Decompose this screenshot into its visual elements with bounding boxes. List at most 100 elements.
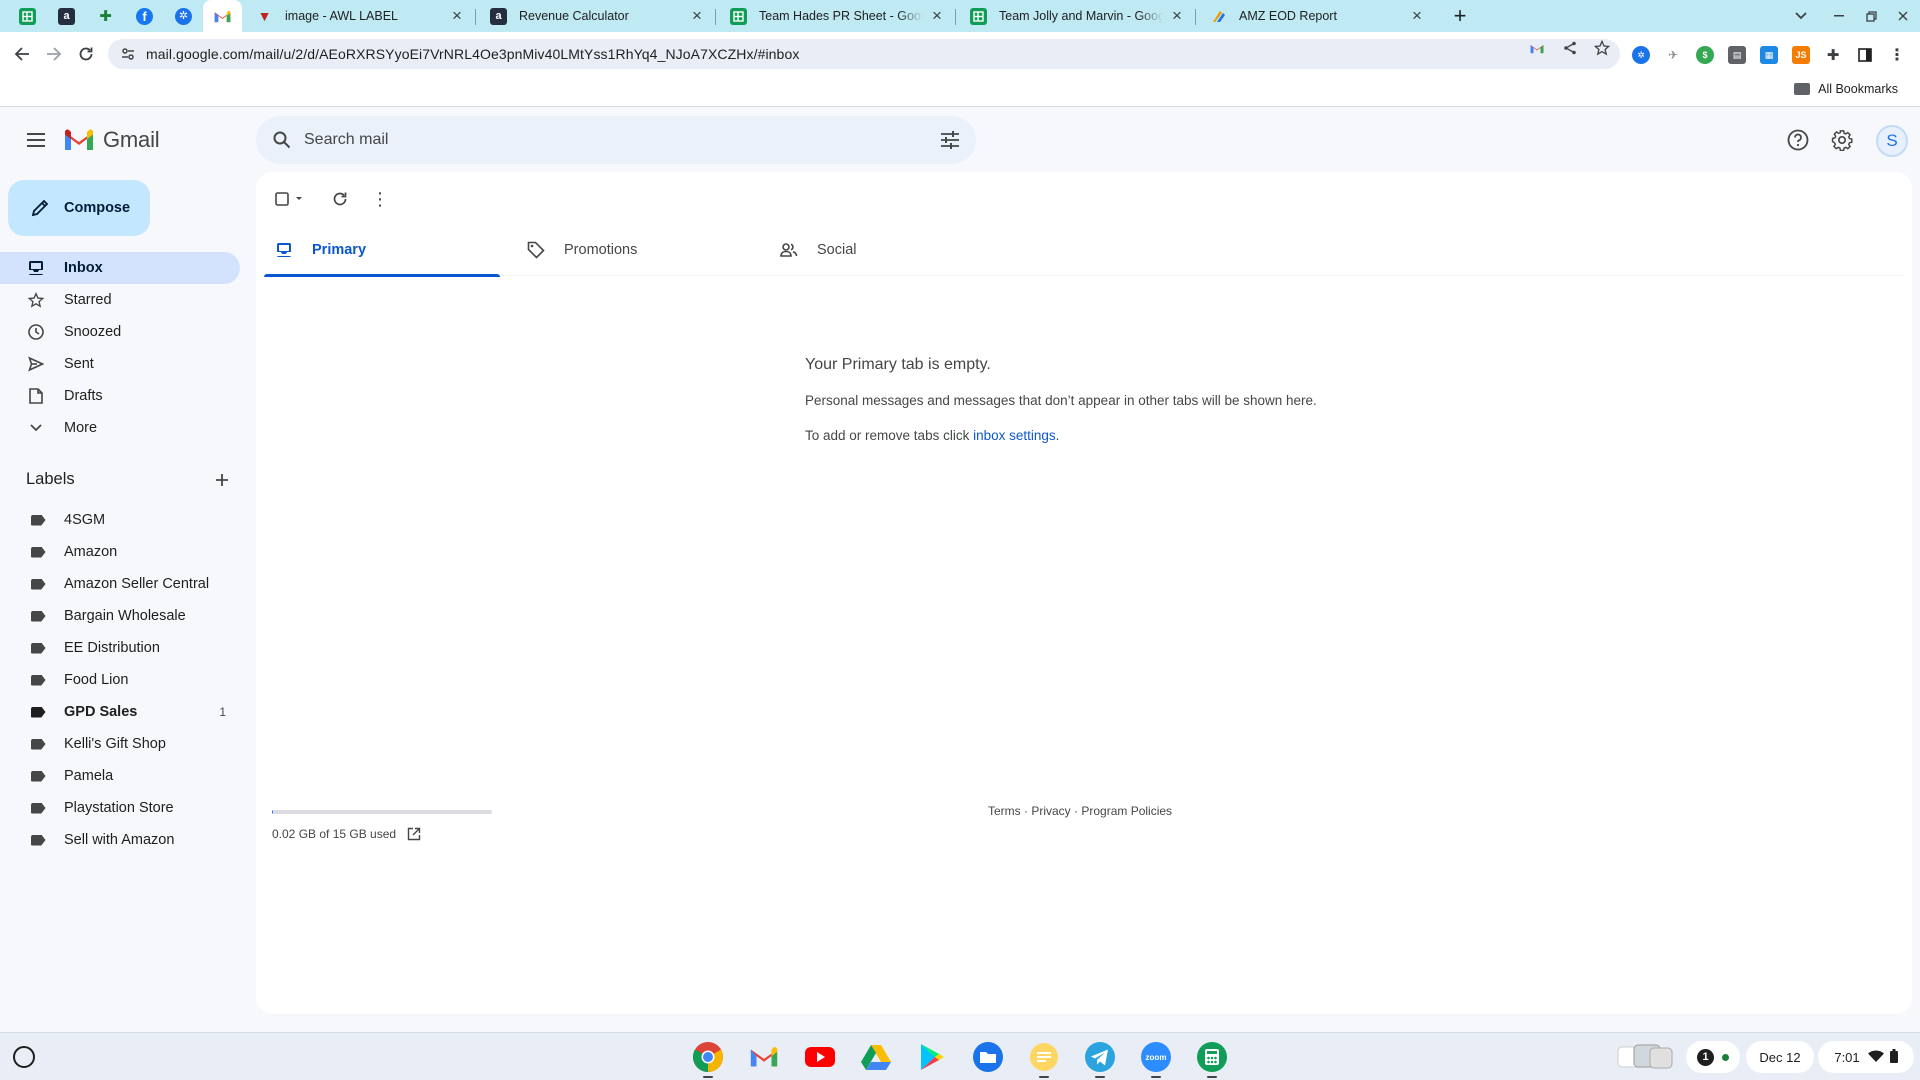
search-bar[interactable] xyxy=(256,116,976,164)
label-kellis-gift-shop[interactable]: Kelli's Gift Shop xyxy=(0,728,240,760)
all-bookmarks-button[interactable]: All Bookmarks xyxy=(1794,82,1898,96)
settings-gear-icon[interactable] xyxy=(1829,127,1855,153)
nav-inbox[interactable]: Inbox xyxy=(0,252,240,284)
extension-icon[interactable]: ▤ xyxy=(1728,46,1746,64)
open-in-new-icon[interactable] xyxy=(406,826,422,842)
extension-icon[interactable]: ✲ xyxy=(1632,46,1650,64)
forward-icon[interactable] xyxy=(40,40,68,68)
tab-label: Promotions xyxy=(564,242,638,258)
sheets-calculator-icon[interactable] xyxy=(1194,1039,1230,1078)
label-tag-icon xyxy=(28,670,48,690)
nav-drafts[interactable]: Drafts xyxy=(0,380,240,412)
refresh-icon[interactable] xyxy=(328,187,352,211)
reload-icon[interactable] xyxy=(72,40,100,68)
nav-sent[interactable]: Sent xyxy=(0,348,240,380)
address-bar[interactable]: mail.google.com/mail/u/2/d/AEoRXRSYyoEi7… xyxy=(108,39,1620,69)
circle-app-icon: ✲ xyxy=(175,7,192,25)
new-tab-button[interactable]: + xyxy=(1448,3,1472,28)
label-food-lion[interactable]: Food Lion xyxy=(0,664,240,696)
date-button[interactable]: Dec 12 xyxy=(1746,1041,1814,1073)
pinned-tab-gmail[interactable] xyxy=(203,0,242,32)
minimize-icon[interactable] xyxy=(1826,4,1852,28)
extension-icon[interactable]: $ xyxy=(1696,46,1714,64)
chrome-icon[interactable] xyxy=(690,1039,726,1078)
inbox-settings-link[interactable]: inbox settings xyxy=(973,428,1056,443)
tab-team-jolly-marvin[interactable]: Team Jolly and Marvin - Google × xyxy=(956,0,1195,32)
nav-more[interactable]: More xyxy=(0,412,240,444)
chevron-down-icon xyxy=(26,418,46,438)
share-icon[interactable] xyxy=(1561,39,1579,57)
play-store-icon[interactable] xyxy=(914,1039,950,1075)
tab-awl-label[interactable]: ▼ image - AWL LABEL × xyxy=(242,0,475,32)
gmail-icon[interactable] xyxy=(746,1039,782,1075)
extension-icon[interactable]: ▦ xyxy=(1760,46,1778,64)
zoom-icon[interactable]: zoom xyxy=(1138,1039,1174,1078)
launcher-button[interactable] xyxy=(13,1046,35,1068)
gmail-logo[interactable]: Gmail xyxy=(63,127,160,153)
tab-amz-eod-report[interactable]: AMZ EOD Report × xyxy=(1196,0,1435,32)
awl-icon: ▼ xyxy=(257,8,272,24)
label-name: Food Lion xyxy=(64,672,129,688)
label-pamela[interactable]: Pamela xyxy=(0,760,240,792)
side-panel-icon[interactable] xyxy=(1856,46,1874,64)
label-name: Amazon Seller Central xyxy=(64,576,210,592)
tab-promotions[interactable]: Promotions xyxy=(516,224,752,276)
close-tab-icon[interactable]: × xyxy=(1169,6,1185,25)
label-amazon-seller-central[interactable]: Amazon Seller Central xyxy=(0,568,240,600)
pinned-tab-amazon[interactable]: a xyxy=(47,0,86,32)
tab-search-icon[interactable] xyxy=(1788,4,1814,28)
holding-space-thumbnails[interactable] xyxy=(1612,1041,1678,1073)
browser-menu-icon[interactable]: ⋮ xyxy=(1888,46,1906,64)
extension-icon[interactable]: JS xyxy=(1792,46,1810,64)
telegram-icon[interactable] xyxy=(1082,1039,1118,1078)
restore-icon[interactable] xyxy=(1858,4,1884,28)
label-4sgm[interactable]: 4SGM xyxy=(0,504,240,536)
privacy-link[interactable]: Privacy xyxy=(1031,804,1070,818)
google-drive-icon[interactable] xyxy=(858,1039,894,1075)
terms-link[interactable]: Terms xyxy=(988,804,1021,818)
extensions-puzzle-icon[interactable]: ✚ xyxy=(1824,46,1842,64)
extension-icon[interactable]: ✈ xyxy=(1664,46,1682,64)
search-input[interactable] xyxy=(304,131,938,149)
pinned-tab-facebook[interactable]: f xyxy=(125,0,164,32)
label-ee-distribution[interactable]: EE Distribution xyxy=(0,632,240,664)
pinned-tab-app[interactable]: ✲ xyxy=(164,0,203,32)
files-icon[interactable] xyxy=(970,1039,1006,1075)
close-tab-icon[interactable]: × xyxy=(689,6,705,25)
site-info-icon[interactable] xyxy=(120,47,136,61)
pinned-tab-extension[interactable]: ✚ xyxy=(86,0,125,32)
compose-button[interactable]: Compose xyxy=(8,180,150,236)
close-tab-icon[interactable]: × xyxy=(929,6,945,25)
close-window-icon[interactable] xyxy=(1890,4,1916,28)
close-tab-icon[interactable]: × xyxy=(1409,6,1425,25)
tab-primary[interactable]: Primary xyxy=(264,224,500,277)
pinned-tab-sheets[interactable] xyxy=(8,0,47,32)
add-label-button[interactable] xyxy=(210,468,234,492)
search-options-icon[interactable] xyxy=(938,128,962,152)
bookmark-star-icon[interactable] xyxy=(1593,39,1611,57)
help-icon[interactable] xyxy=(1785,127,1811,153)
program-policies-link[interactable]: Program Policies xyxy=(1081,804,1172,818)
gmail-icon[interactable] xyxy=(1528,39,1546,57)
label-playstation-store[interactable]: Playstation Store xyxy=(0,792,240,824)
select-all-checkbox[interactable] xyxy=(272,187,308,211)
tab-team-hades[interactable]: Team Hades PR Sheet - Google × xyxy=(716,0,955,32)
close-tab-icon[interactable]: × xyxy=(449,6,465,25)
nav-snoozed[interactable]: Snoozed xyxy=(0,316,240,348)
label-sell-with-amazon[interactable]: Sell with Amazon xyxy=(0,824,240,856)
notification-center-button[interactable]: 1 xyxy=(1686,1041,1740,1073)
tab-social[interactable]: Social xyxy=(769,224,1005,276)
back-icon[interactable] xyxy=(8,40,36,68)
search-icon[interactable] xyxy=(270,128,294,152)
youtube-icon[interactable] xyxy=(802,1039,838,1075)
label-gpd-sales[interactable]: GPD Sales 1 xyxy=(0,696,240,728)
label-amazon[interactable]: Amazon xyxy=(0,536,240,568)
label-bargain-wholesale[interactable]: Bargain Wholesale xyxy=(0,600,240,632)
notes-icon[interactable] xyxy=(1026,1039,1062,1078)
main-menu-button[interactable] xyxy=(22,128,50,152)
tab-revenue-calculator[interactable]: a Revenue Calculator × xyxy=(476,0,715,32)
account-avatar[interactable]: S xyxy=(1876,125,1908,157)
more-options-icon[interactable]: ⋮ xyxy=(368,187,392,211)
system-status-tray[interactable]: 7:01 xyxy=(1818,1041,1914,1073)
nav-starred[interactable]: Starred xyxy=(0,284,240,316)
